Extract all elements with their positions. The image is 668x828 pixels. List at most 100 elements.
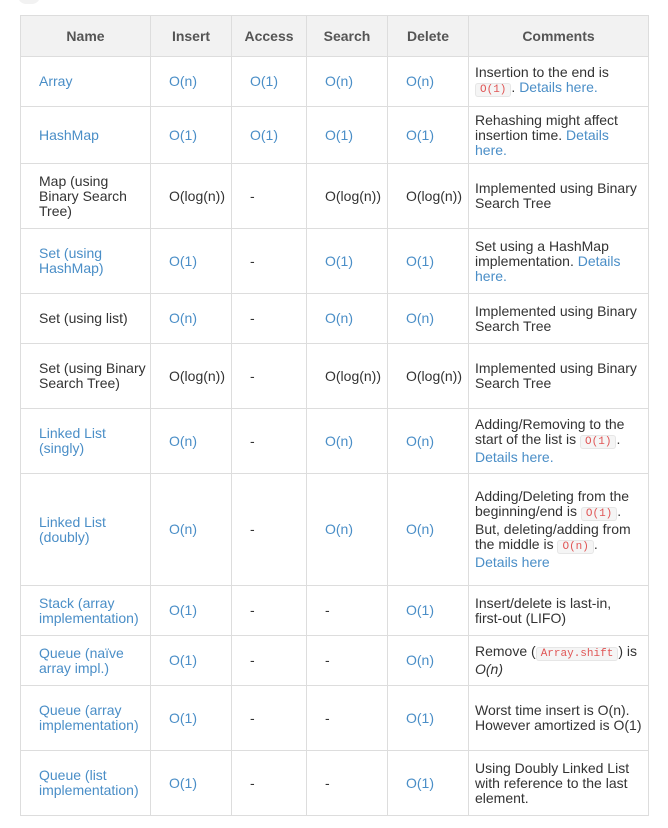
insert-link[interactable]: O(1)	[169, 127, 197, 143]
delete-link[interactable]: O(n)	[406, 652, 434, 668]
details-link[interactable]: Details here.	[519, 79, 598, 95]
comment-text: Using Doubly Linked List with reference …	[475, 759, 630, 806]
search-text: -	[325, 652, 330, 668]
comment-emphasis: O(n)	[475, 661, 503, 677]
table-row: Queue (naïve array impl.) O(1) - - O(n) Remov…	[20, 635, 649, 686]
access-link[interactable]: O(1)	[250, 73, 278, 89]
complexity-code: O(1)	[580, 435, 617, 449]
complexity-table: Name Insert Access Search Delete Comment…	[20, 15, 649, 816]
details-link[interactable]: Details here.	[475, 449, 554, 465]
table-row: Queue (array implementation) O(1) - - O(1) Wo…	[20, 685, 649, 751]
cell-comments: Implemented using Binary Search Tree	[468, 293, 649, 344]
comment-text: Remove (	[475, 643, 536, 659]
cell-comments: Worst time insert is O(n). However amort…	[468, 685, 649, 751]
cell-access: O(1)	[231, 56, 307, 107]
name-link[interactable]: Queue (array implementation)	[39, 702, 139, 733]
delete-link[interactable]: O(n)	[406, 521, 434, 537]
insert-link[interactable]: O(1)	[169, 775, 197, 791]
search-link[interactable]: O(n)	[325, 310, 353, 326]
access-link[interactable]: O(1)	[250, 127, 278, 143]
cell-access: -	[231, 635, 307, 686]
cell-access: -	[231, 408, 307, 474]
cell-name: Map (using Binary Search Tree)	[20, 163, 151, 229]
insert-link[interactable]: O(1)	[169, 602, 197, 618]
table-row: Set (using HashMap) O(1) - O(1) O(1) Set usin…	[20, 228, 649, 294]
delete-link[interactable]: O(1)	[406, 127, 434, 143]
name-link[interactable]: Queue (naïve array impl.)	[39, 645, 124, 676]
delete-link[interactable]: O(n)	[406, 310, 434, 326]
insert-text: O(log(n))	[169, 367, 226, 384]
insert-link[interactable]: O(n)	[169, 310, 197, 326]
table-row: Queue (list implementation) O(1) - - O(1) Usi…	[20, 750, 649, 816]
name-link[interactable]: Set (using HashMap)	[39, 245, 104, 276]
cell-delete: O(n)	[387, 408, 469, 474]
insert-link[interactable]: O(1)	[169, 652, 197, 668]
access-text: -	[250, 709, 255, 726]
insert-link[interactable]: O(n)	[169, 73, 197, 89]
header-insert: Insert	[150, 15, 232, 57]
search-text: O(log(n))	[325, 367, 382, 384]
cell-access: -	[231, 163, 307, 229]
cell-insert: O(n)	[150, 56, 232, 107]
comment-text: .	[616, 431, 621, 447]
cell-name: Queue (array implementation)	[20, 685, 151, 751]
cell-access: O(1)	[231, 106, 307, 164]
comment-text: Insertion to the end is	[475, 64, 609, 80]
cell-search: O(1)	[306, 228, 388, 294]
table-row: Map (using Binary Search Tree) O(log(n)) -…	[20, 163, 649, 229]
insert-link[interactable]: O(n)	[169, 521, 197, 537]
cell-comments: Insert/delete is last-in, first-out (LIF…	[468, 585, 649, 636]
header-comments: Comments	[468, 15, 649, 57]
comment-text: Implemented using Binary Search Tree	[475, 360, 637, 391]
name-link[interactable]: Linked List (doubly)	[39, 514, 106, 545]
search-link[interactable]: O(1)	[325, 253, 353, 269]
insert-link[interactable]: O(n)	[169, 433, 197, 449]
cell-name: HashMap	[20, 106, 151, 164]
delete-link[interactable]: O(n)	[406, 73, 434, 89]
cell-name: Set (using list)	[20, 293, 151, 344]
access-text: -	[250, 310, 255, 326]
cell-insert: O(1)	[150, 228, 232, 294]
search-link[interactable]: O(n)	[325, 433, 353, 449]
cell-insert: O(n)	[150, 408, 232, 474]
cell-search: O(log(n))	[306, 163, 388, 229]
header-search: Search	[306, 15, 388, 57]
delete-link[interactable]: O(1)	[406, 775, 434, 791]
complexity-code: O(n)	[557, 540, 594, 554]
name-link[interactable]: Queue (list implementation)	[39, 767, 139, 798]
search-link[interactable]: O(1)	[325, 127, 353, 143]
comment-text: .	[593, 536, 598, 552]
cell-name: Queue (list implementation)	[20, 750, 151, 816]
table-row: Stack (array implementation) O(1) - - O(1) In…	[20, 585, 649, 636]
table-row: Linked List (singly) O(n) - O(n) O(n) Adding/…	[20, 408, 649, 474]
insert-link[interactable]: O(1)	[169, 253, 197, 269]
name-text: Map (using Binary Search Tree)	[39, 172, 127, 219]
delete-link[interactable]: O(1)	[406, 253, 434, 269]
details-link[interactable]: Details here	[475, 554, 550, 570]
name-link[interactable]: Array	[39, 73, 72, 89]
cell-insert: O(log(n))	[150, 343, 232, 409]
cell-search: -	[306, 635, 388, 686]
access-text: -	[250, 774, 255, 791]
search-link[interactable]: O(n)	[325, 521, 353, 537]
delete-text: O(log(n))	[406, 187, 463, 204]
delete-link[interactable]: O(1)	[406, 602, 434, 618]
cell-delete: O(1)	[387, 750, 469, 816]
table-row: Linked List (doubly) O(n) - O(n) O(n) Adding/…	[20, 473, 649, 586]
cell-insert: O(1)	[150, 685, 232, 751]
name-link[interactable]: HashMap	[39, 127, 99, 143]
delete-link[interactable]: O(1)	[406, 710, 434, 726]
header-access: Access	[231, 15, 307, 57]
cell-comments: Implemented using Binary Search Tree	[468, 163, 649, 229]
name-link[interactable]: Linked List (singly)	[39, 425, 106, 456]
table-row: HashMap O(1) O(1) O(1) O(1) Rehashing might a…	[20, 106, 649, 164]
delete-link[interactable]: O(n)	[406, 433, 434, 449]
cell-comments: Insertion to the end is O(1). Details he…	[468, 56, 649, 107]
search-link[interactable]: O(n)	[325, 73, 353, 89]
name-link[interactable]: Stack (array implementation)	[39, 595, 139, 626]
cell-delete: O(n)	[387, 635, 469, 686]
insert-link[interactable]: O(1)	[169, 710, 197, 726]
cell-search: O(n)	[306, 56, 388, 107]
access-text: -	[250, 521, 255, 537]
comment-text: Worst time insert is O(n). However amort…	[475, 702, 642, 733]
